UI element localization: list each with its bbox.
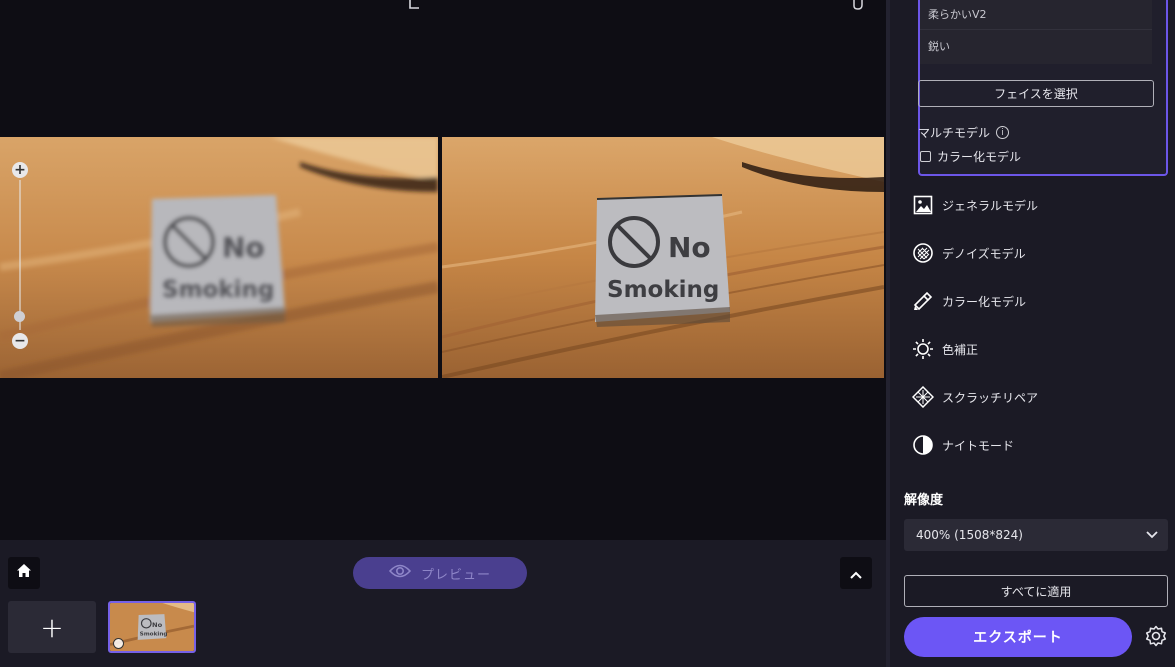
model-color-correction-label: 色補正 [942, 342, 979, 357]
home-button[interactable] [8, 557, 40, 589]
brush-icon [912, 290, 934, 312]
face-submodel-list: 柔らかいV2 鋭い [920, 0, 1152, 64]
colorize-checkbox-label: カラー化モデル [937, 150, 1022, 164]
eye-icon [388, 564, 412, 582]
model-color-correction[interactable]: 色補正 [912, 336, 978, 362]
image-icon [912, 194, 934, 216]
chevron-up-icon [850, 564, 862, 583]
model-denoise[interactable]: デノイズモデル [912, 240, 1026, 266]
thumbnail-sign-no: No [152, 621, 163, 629]
model-night-mode[interactable]: ナイトモード [912, 432, 1014, 458]
settings-button[interactable] [1143, 625, 1169, 651]
model-scratch-repair-label: スクラッチリペア [942, 390, 1039, 405]
add-image-button[interactable]: + [8, 601, 96, 653]
model-denoise-label: デノイズモデル [942, 246, 1026, 261]
crop-icon[interactable] [405, 0, 421, 12]
original-image: No Smoking [0, 137, 438, 378]
apply-all-button[interactable]: すべてに適用 [904, 575, 1168, 607]
bottom-toolbar: プレビュー + No Smoking [0, 540, 886, 667]
scratch-repair-icon [912, 386, 934, 408]
model-scratch-repair[interactable]: スクラッチリペア [912, 384, 1038, 410]
home-icon [16, 563, 32, 583]
resolution-title: 解像度 [904, 493, 944, 508]
model-night-mode-label: ナイトモード [942, 438, 1015, 453]
original-sign-smoking: Smoking [162, 277, 274, 303]
expand-panel-button[interactable] [840, 557, 872, 589]
colorize-checkbox[interactable] [920, 151, 931, 162]
thumbnail-sign-smoking: Smoking [140, 631, 168, 637]
face-model-expanded-panel: 柔らかいV2 鋭い フェイスを選択 マルチモデル i カラー化モデル [918, 0, 1168, 176]
enhanced-image: No Smoking [442, 137, 884, 378]
chevron-down-icon [1146, 528, 1158, 542]
image-thumbnail[interactable]: No Smoking [108, 601, 196, 653]
plus-icon: + [40, 610, 64, 644]
submodel-sharp[interactable]: 鋭い [920, 30, 1152, 62]
original-sign-no: No [222, 231, 265, 264]
enhanced-sign-no: No [668, 231, 711, 264]
zoom-in-button[interactable]: + [12, 162, 28, 178]
info-icon[interactable]: i [996, 126, 1010, 139]
model-sidebar: 柔らかいV2 鋭い フェイスを選択 マルチモデル i カラー化モデル ジェネラル… [890, 0, 1175, 667]
zoom-slider-track[interactable] [19, 180, 21, 330]
image-canvas: No Smoking No Smoking + − [0, 0, 886, 540]
preview-label: プレビュー [420, 567, 491, 583]
resolution-select[interactable]: 400% (1508*824) [904, 519, 1168, 551]
sun-icon [912, 338, 934, 360]
model-colorize-label: カラー化モデル [942, 294, 1027, 309]
gear-icon [1145, 625, 1167, 651]
contrast-icon [912, 434, 934, 456]
thumbnail-status-icon [113, 638, 124, 649]
model-general-label: ジェネラルモデル [942, 198, 1039, 213]
model-general[interactable]: ジェネラルモデル [912, 192, 1038, 218]
model-colorize[interactable]: カラー化モデル [912, 288, 1026, 314]
submodel-soft-v2[interactable]: 柔らかいV2 [920, 0, 1152, 30]
colorize-option[interactable]: カラー化モデル [920, 148, 1021, 165]
zoom-slider-handle[interactable] [14, 311, 25, 322]
zoom-out-button[interactable]: − [12, 333, 28, 349]
multi-model-text: マルチモデル [918, 126, 991, 140]
export-button[interactable]: エクスポート [904, 617, 1132, 657]
preview-button[interactable]: プレビュー [353, 557, 527, 589]
hand-icon[interactable] [850, 0, 866, 12]
multi-model-label: マルチモデル i [918, 124, 1010, 141]
resolution-value: 400% (1508*824) [916, 528, 1023, 542]
enhanced-sign-smoking: Smoking [607, 277, 719, 303]
denoise-icon [912, 242, 934, 264]
select-face-button[interactable]: フェイスを選択 [918, 80, 1154, 107]
